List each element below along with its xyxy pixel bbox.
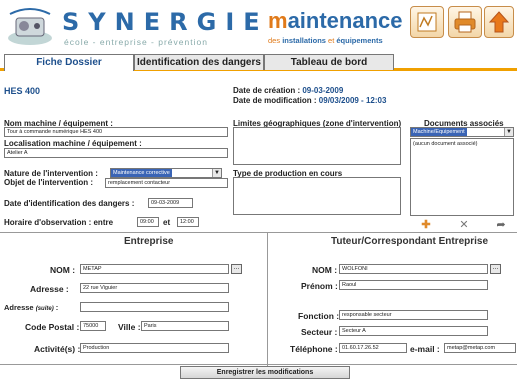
code-postal-field[interactable]: 75000	[80, 321, 106, 331]
delete-document-icon[interactable]: ✕	[457, 218, 471, 232]
tab-tableau-de-bord[interactable]: Tableau de bord	[264, 54, 394, 70]
tuteur-lookup-button[interactable]: ...	[490, 264, 501, 274]
email-field[interactable]: metap@metap.com	[444, 343, 516, 353]
maintenance-sub-equipements: équipements	[336, 36, 383, 45]
entreprise-title: Entreprise	[124, 236, 174, 247]
secteur-label: Secteur :	[301, 327, 338, 337]
entreprise-lookup-button[interactable]: ...	[231, 264, 242, 274]
localisation-label: Localisation machine / équipement :	[4, 139, 142, 148]
upload-button[interactable]	[484, 6, 514, 38]
tab-fiche-dossier[interactable]: Fiche Dossier	[4, 54, 134, 71]
adresse-suite-hint: (suite)	[35, 306, 54, 312]
brand-tagline: école - entreprise - prévention	[64, 37, 208, 47]
telephone-label: Téléphone :	[290, 344, 338, 354]
maintenance-title: maintenance	[268, 8, 403, 34]
upload-icon	[488, 11, 510, 33]
modification-date: Date de modification : 09/03/2009 - 12:0…	[233, 96, 386, 105]
app-header: SYNERGIE école - entreprise - prévention…	[0, 0, 517, 52]
creation-date: Date de création : 09-03-2009	[233, 86, 343, 95]
brand-name: SYNERGIE	[62, 8, 269, 36]
maintenance-title-initial: m	[268, 8, 288, 33]
machine-field[interactable]: Tour à commande numérique HES 400	[4, 127, 228, 137]
draw-button[interactable]	[410, 6, 444, 38]
activite-field[interactable]: Production	[80, 343, 229, 353]
date-identification-field[interactable]: 09-03-2009	[148, 198, 193, 208]
modification-date-value: 09/03/2009 - 12:03	[318, 96, 387, 105]
tuteur-title: Tuteur/Correspondant Entreprise	[331, 236, 489, 247]
documents-list[interactable]: (aucun document associé)	[410, 138, 514, 216]
entreprise-nom-label: NOM :	[50, 265, 76, 275]
tuteur-nom-label: NOM :	[312, 265, 338, 275]
objet-label: Objet de l'intervention :	[4, 178, 94, 187]
adresse-label: Adresse :	[30, 284, 69, 294]
entreprise-nom-field[interactable]: METAP	[80, 264, 229, 274]
prenom-label: Prénom :	[301, 281, 338, 291]
prenom-field[interactable]: Raoul	[339, 280, 488, 290]
tuteur-nom-field[interactable]: WOLFONI	[339, 264, 488, 274]
fonction-field[interactable]: responsable secteur	[339, 310, 488, 320]
add-document-icon[interactable]: ✚	[419, 218, 433, 232]
documents-select[interactable]: Machine/Equipement ▼	[410, 127, 514, 137]
activite-label: Activité(s) :	[34, 344, 81, 354]
objet-field[interactable]: remplacement contacteur	[105, 178, 228, 188]
documents-list-item[interactable]: (aucun document associé)	[411, 139, 513, 149]
horaire-label: Horaire d'observation : entre	[4, 218, 114, 227]
footer-divider	[0, 364, 517, 365]
open-document-icon[interactable]: ➦	[494, 218, 508, 232]
maintenance-sub-installations: installations	[282, 36, 326, 45]
maintenance-title-rest: aintenance	[287, 8, 403, 33]
horaire-start-field[interactable]: 09:00	[137, 217, 159, 227]
localisation-field[interactable]: Atelier A	[4, 148, 228, 158]
chevron-down-icon: ▼	[504, 128, 513, 136]
adresse-suite-label-main: Adresse	[4, 303, 34, 312]
nature-select-value: Maintenance corrective	[111, 169, 172, 177]
date-identification-label: Date d'identification des dangers :	[4, 199, 135, 208]
save-button[interactable]: Enregistrer les modifications	[180, 366, 350, 379]
adresse-suite-field[interactable]	[80, 302, 229, 312]
code-postal-label: Code Postal :	[25, 322, 80, 332]
nature-label: Nature de l'intervention :	[4, 169, 98, 178]
maintenance-subtitle: des installations et équipements	[268, 36, 383, 45]
secteur-field[interactable]: Secteur A	[339, 326, 488, 336]
limites-textarea[interactable]	[233, 127, 401, 165]
print-button[interactable]	[448, 6, 482, 38]
ville-field[interactable]: Paris	[141, 321, 229, 331]
creation-date-value: 09-03-2009	[302, 86, 344, 95]
telephone-field[interactable]: 01.60.17.26.52	[339, 343, 407, 353]
creation-date-label: Date de création :	[233, 86, 303, 95]
ville-label: Ville :	[118, 322, 141, 332]
print-icon	[454, 11, 476, 33]
documents-select-value: Machine/Equipement	[411, 128, 467, 136]
adresse-suite-label: Adresse (suite) :	[4, 303, 58, 312]
production-textarea[interactable]	[233, 177, 401, 215]
dossier-title: HES 400	[4, 86, 41, 96]
fonction-label: Fonction :	[298, 311, 340, 321]
draw-icon	[417, 12, 437, 32]
adresse-field[interactable]: 22 rue Viguier	[80, 283, 229, 293]
modification-date-label: Date de modification :	[233, 96, 319, 105]
tab-identification-dangers[interactable]: Identification des dangers	[134, 54, 264, 70]
maintenance-sub-pre: des	[268, 36, 283, 45]
horaire-et-label: et	[163, 218, 171, 227]
email-label: e-mail :	[410, 344, 440, 354]
adresse-suite-colon: :	[53, 303, 59, 312]
chevron-down-icon: ▼	[212, 169, 221, 177]
logo-icon	[8, 8, 52, 45]
horaire-end-field[interactable]: 12:00	[177, 217, 199, 227]
nature-select[interactable]: Maintenance corrective ▼	[110, 168, 222, 178]
tab-bar: Fiche Dossier Identification des dangers…	[0, 52, 517, 71]
maintenance-sub-mid: et	[325, 36, 337, 45]
